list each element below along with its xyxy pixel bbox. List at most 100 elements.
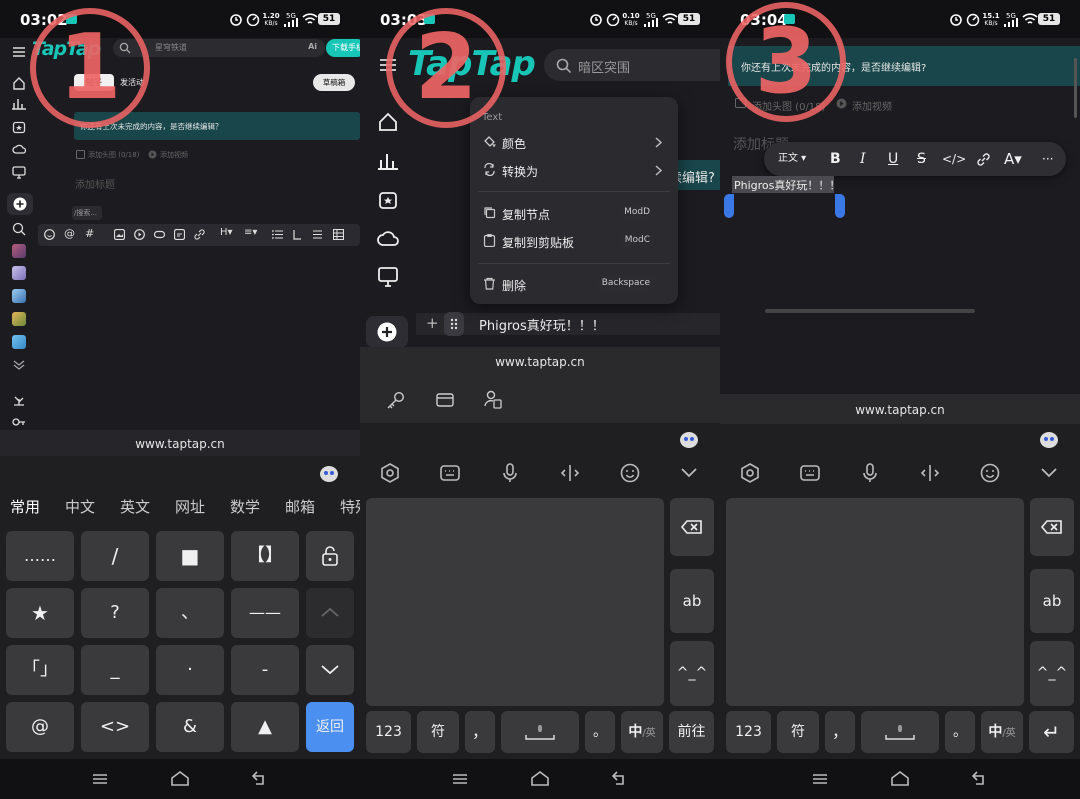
tab-email[interactable]: 邮箱 xyxy=(285,496,315,517)
cursor-move-icon[interactable] xyxy=(560,463,580,483)
backspace-key[interactable] xyxy=(670,498,714,556)
tab-english[interactable]: 英文 xyxy=(120,496,150,517)
paragraph-text[interactable]: Phigros真好玩！！！ xyxy=(479,315,605,334)
return-key[interactable]: 返回 xyxy=(306,702,354,752)
leaf-icon[interactable] xyxy=(12,394,26,406)
link-icon[interactable] xyxy=(194,229,205,240)
download-app-button[interactable]: 下载手机 xyxy=(326,39,360,57)
symbol-key[interactable]: ★ xyxy=(6,588,74,638)
align-dropdown[interactable]: ≡▾ xyxy=(244,227,257,238)
menu-icon[interactable] xyxy=(380,58,396,72)
symbol-key[interactable]: <> xyxy=(81,702,149,752)
handwriting-pad[interactable] xyxy=(726,498,1024,706)
space-key[interactable] xyxy=(861,711,939,753)
menu-item-delete[interactable]: 删除 Backspace xyxy=(482,270,666,298)
symbol-key[interactable]: ■ xyxy=(156,531,224,581)
create-button[interactable] xyxy=(7,193,33,215)
menu-item-duplicate[interactable]: 复制节点 ModD xyxy=(482,199,666,227)
pc-icon[interactable] xyxy=(378,267,398,287)
explore-icon[interactable] xyxy=(12,222,26,236)
enter-key[interactable]: ↵ xyxy=(1029,711,1074,753)
period-key[interactable]: 。 xyxy=(585,711,615,753)
emoji-icon[interactable] xyxy=(620,463,640,483)
symbol-key[interactable]: ▲ xyxy=(231,702,299,752)
selection-handle-start[interactable] xyxy=(724,194,734,218)
microphone-icon[interactable] xyxy=(502,463,518,483)
font-color-dropdown[interactable]: A▾ xyxy=(1004,146,1022,172)
comma-key[interactable]: ， xyxy=(465,711,495,753)
scrollbar[interactable] xyxy=(1074,58,1077,118)
comma-key[interactable]: ， xyxy=(825,711,855,753)
tab-common[interactable]: 常用 xyxy=(10,496,40,517)
game-avatar-5[interactable] xyxy=(12,335,26,349)
collapse-keyboard-icon[interactable] xyxy=(680,467,698,478)
space-key[interactable] xyxy=(501,711,579,753)
menu-item-convert[interactable]: 转换为 xyxy=(482,156,666,184)
kaomoji-key[interactable]: ^_^ xyxy=(670,641,714,706)
symbol-key[interactable]: 「」 xyxy=(6,645,74,695)
key-icon[interactable] xyxy=(12,416,26,428)
menu-item-color[interactable]: 颜色 xyxy=(482,128,666,156)
symbol-key[interactable]: …… xyxy=(6,531,74,581)
back-icon[interactable] xyxy=(612,771,628,785)
abc-key[interactable]: ab xyxy=(670,569,714,633)
settings-hex-icon[interactable] xyxy=(740,463,760,483)
abc-key[interactable]: ab xyxy=(1030,569,1074,633)
emoji-icon[interactable] xyxy=(44,229,55,240)
language-toggle-key[interactable]: 中/英 xyxy=(981,711,1023,753)
calendar-icon[interactable] xyxy=(12,120,26,134)
keyboard-mascot-icon[interactable] xyxy=(1038,429,1060,449)
ranking-icon[interactable] xyxy=(12,98,26,110)
code-button[interactable]: </> xyxy=(942,146,966,172)
recent-apps-icon[interactable] xyxy=(92,773,108,785)
symbol-key[interactable]: —— xyxy=(231,588,299,638)
keyboard-mascot-icon[interactable] xyxy=(318,463,340,483)
bold-button[interactable]: B xyxy=(830,146,841,172)
symbol-key[interactable]: ? xyxy=(81,588,149,638)
kaomoji-key[interactable]: ^_^ xyxy=(1030,641,1074,706)
selection-handle-end[interactable] xyxy=(835,194,845,218)
horizontal-scrollbar[interactable] xyxy=(765,309,975,313)
table-icon[interactable] xyxy=(333,229,344,240)
symbol-key[interactable]: / xyxy=(81,531,149,581)
heading-dropdown[interactable]: H▾ xyxy=(220,227,233,238)
symbol-key[interactable]: & xyxy=(156,702,224,752)
key-icon[interactable] xyxy=(387,391,405,409)
collapse-keyboard-icon[interactable] xyxy=(1040,467,1058,478)
menu-item-copy-clipboard[interactable]: 复制到剪贴板 ModC xyxy=(482,227,666,255)
tab-event[interactable]: 发活动 xyxy=(120,77,144,88)
taptap-logo[interactable]: TapTap xyxy=(408,44,536,84)
handwriting-pad[interactable] xyxy=(366,498,664,706)
more-options-icon[interactable]: ··· xyxy=(1042,146,1053,172)
scroll-down-key[interactable] xyxy=(306,645,354,695)
keyboard-mascot-icon[interactable] xyxy=(678,429,700,449)
ai-icon[interactable]: Ai xyxy=(308,42,317,51)
link-icon[interactable] xyxy=(976,152,991,167)
game-avatar-4[interactable] xyxy=(12,312,26,326)
tab-url[interactable]: 网址 xyxy=(175,496,205,517)
add-cover-button[interactable]: 添加头图 (0/18) xyxy=(752,98,825,113)
credit-card-icon[interactable] xyxy=(436,393,454,407)
add-cover-button[interactable]: 添加头图 (0/18) xyxy=(88,150,139,160)
cloud-game-icon[interactable] xyxy=(377,229,399,247)
scroll-up-key[interactable] xyxy=(306,588,354,638)
home-icon[interactable] xyxy=(378,112,398,132)
symbols-key[interactable]: 符 xyxy=(417,711,459,753)
home-icon[interactable] xyxy=(12,76,26,90)
drag-handle[interactable] xyxy=(444,312,464,336)
backspace-key[interactable] xyxy=(1030,498,1074,556)
selected-text-highlight[interactable]: Phigros真好玩！！！ xyxy=(732,176,840,193)
symbol-key[interactable]: 【】 xyxy=(231,531,299,581)
back-icon[interactable] xyxy=(972,771,988,785)
ranking-icon[interactable] xyxy=(378,152,398,170)
slash-command-hint[interactable]: /搜索... xyxy=(72,206,102,220)
emoji-icon[interactable] xyxy=(980,463,1000,483)
list-icon[interactable] xyxy=(272,229,283,240)
add-block-button[interactable]: + xyxy=(426,314,439,332)
contact-card-icon[interactable] xyxy=(484,390,502,410)
cloud-game-icon[interactable] xyxy=(12,143,26,155)
vote-icon[interactable] xyxy=(174,229,185,240)
drafts-button[interactable]: 草稿箱 xyxy=(313,74,355,91)
taptap-logo[interactable]: TapTap xyxy=(32,38,101,60)
add-video-button[interactable]: 添加视频 xyxy=(160,150,188,160)
